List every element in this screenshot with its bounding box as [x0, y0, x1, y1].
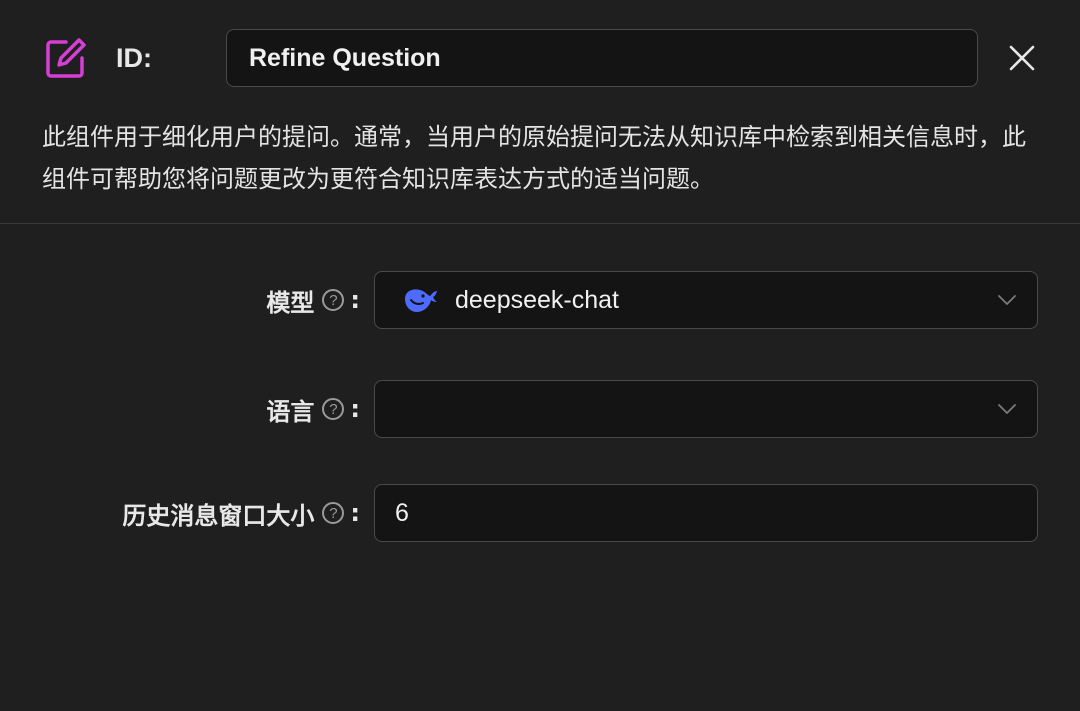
model-row: 模型 ? : deepseek-chat	[0, 271, 1080, 329]
model-select-value: deepseek-chat	[455, 285, 620, 314]
label-colon: :	[350, 499, 360, 527]
id-label: ID:	[116, 43, 152, 73]
history-window-label: 历史消息窗口大小 ? :	[122, 484, 360, 542]
language-select[interactable]	[374, 380, 1038, 438]
model-select[interactable]: deepseek-chat	[374, 271, 1038, 329]
close-icon	[1009, 45, 1035, 71]
model-label: 模型 ? :	[266, 271, 360, 329]
id-input[interactable]	[226, 29, 978, 87]
help-icon[interactable]: ?	[322, 398, 345, 420]
language-label: 语言 ? :	[266, 380, 360, 438]
close-button[interactable]	[1004, 40, 1040, 76]
chevron-down-icon	[998, 295, 1016, 305]
history-window-label-text: 历史消息窗口大小	[122, 501, 315, 530]
model-label-text: 模型	[266, 288, 315, 317]
panel-header: ID: 此组件用于细化用户的提问。通常，当用户的原始提问无法从知识库中检索到相关…	[0, 0, 1080, 224]
chevron-down-icon	[998, 404, 1016, 414]
label-colon: :	[350, 395, 360, 423]
help-icon[interactable]: ?	[322, 289, 345, 311]
language-label-text: 语言	[266, 397, 315, 426]
label-colon: :	[350, 286, 360, 314]
history-window-input[interactable]	[374, 484, 1038, 542]
refine-question-panel: ID: 此组件用于细化用户的提问。通常，当用户的原始提问无法从知识库中检索到相关…	[0, 0, 1080, 711]
component-description: 此组件用于细化用户的提问。通常，当用户的原始提问无法从知识库中检索到相关信息时，…	[42, 123, 1026, 193]
help-icon[interactable]: ?	[322, 502, 345, 524]
edit-icon	[46, 38, 86, 78]
history-window-row: 历史消息窗口大小 ? :	[0, 484, 1080, 542]
deepseek-whale-icon	[405, 289, 437, 312]
language-row: 语言 ? :	[0, 380, 1080, 438]
